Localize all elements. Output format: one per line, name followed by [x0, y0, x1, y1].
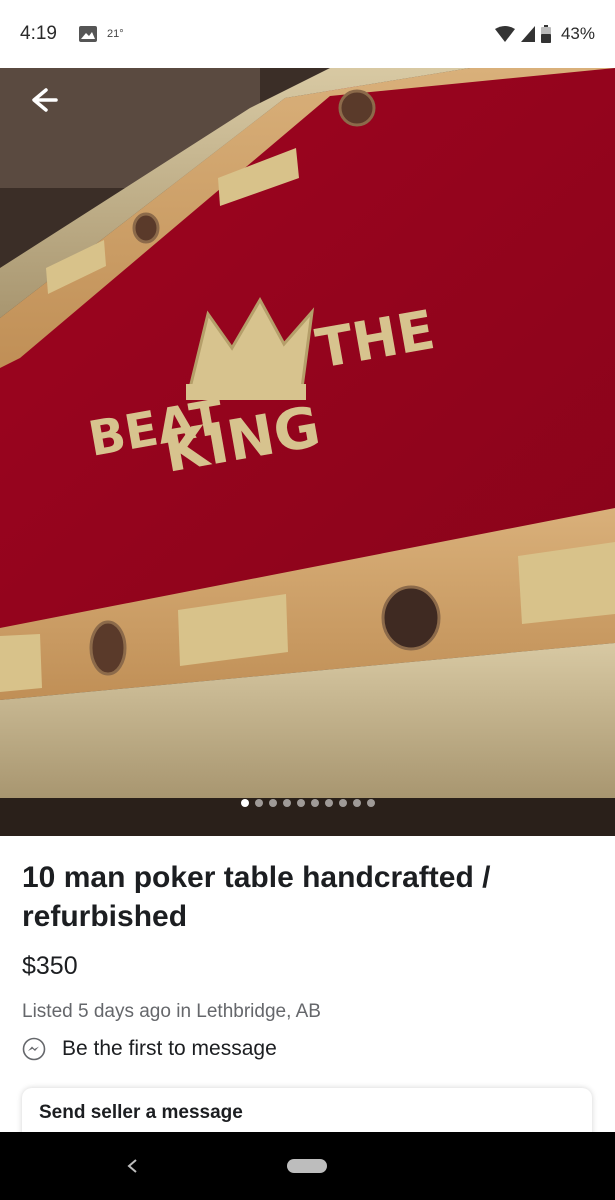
poker-table-photo: BEAT THE KING	[0, 68, 615, 836]
image-icon	[78, 26, 97, 42]
listing-details: 10 man poker table handcrafted / refurbi…	[0, 836, 615, 1061]
carousel-dot	[338, 799, 347, 807]
status-temperature: 21°	[106, 28, 124, 40]
messenger-icon	[22, 1037, 46, 1061]
listing-title: 10 man poker table handcrafted / refurbi…	[22, 861, 491, 933]
cell-signal-icon	[520, 26, 535, 42]
carousel-indicator	[0, 799, 615, 807]
back-arrow-icon[interactable]	[26, 86, 62, 114]
status-bar: 4:19 21° 43%	[0, 0, 615, 68]
listing-meta: Listed 5 days ago in Lethbridge, AB	[22, 1001, 321, 1022]
battery-percent: 43%	[560, 24, 595, 43]
carousel-dot	[310, 799, 319, 807]
messenger-prompt-text: Be the first to message	[62, 1037, 277, 1060]
wifi-icon	[494, 26, 515, 42]
carousel-dot	[282, 799, 291, 807]
carousel-dot	[352, 799, 361, 807]
listing-photo[interactable]: BEAT THE KING	[0, 68, 615, 836]
battery-icon	[540, 25, 551, 43]
status-time: 4:19	[20, 23, 57, 44]
carousel-dot	[254, 799, 263, 807]
status-right-group: 43%	[494, 24, 595, 44]
send-message-title: Send seller a message	[39, 1102, 243, 1123]
messenger-prompt-row[interactable]: Be the first to message	[22, 1037, 593, 1061]
listing-price: $350	[22, 952, 78, 980]
carousel-dot	[366, 799, 375, 807]
carousel-dot	[268, 799, 277, 807]
carousel-dot	[296, 799, 305, 807]
carousel-dot	[240, 799, 249, 807]
back-triangle-icon[interactable]	[122, 1154, 142, 1178]
home-pill-icon[interactable]	[287, 1159, 327, 1173]
carousel-dot	[324, 799, 333, 807]
